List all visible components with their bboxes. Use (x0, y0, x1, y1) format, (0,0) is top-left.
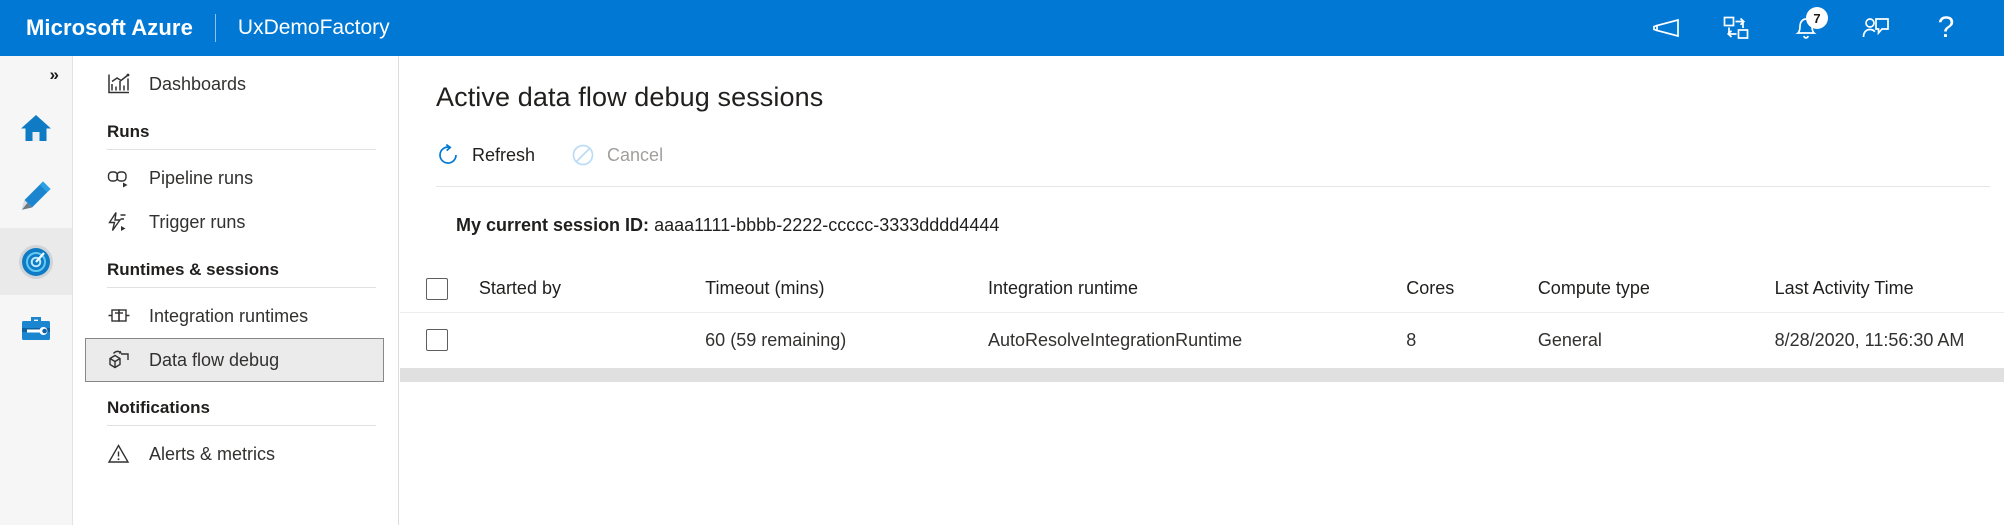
nav-item-dashboards[interactable]: Dashboards (85, 62, 384, 106)
data-flow-debug-icon (107, 348, 133, 372)
alert-warning-icon (107, 442, 133, 466)
nav-group-notifications: Notifications (85, 398, 384, 425)
nav-group-rule-runs (107, 149, 376, 150)
monitor-nav-panel: Dashboards Runs Pipeline runs (73, 56, 399, 525)
directory-switch-icon[interactable] (1714, 6, 1758, 50)
column-header-integration-runtime[interactable]: Integration runtime (988, 266, 1406, 312)
nav-label-data-flow-debug: Data flow debug (149, 350, 279, 371)
home-icon (19, 112, 53, 144)
nav-label-trigger-runs: Trigger runs (149, 212, 245, 233)
header-divider (215, 14, 216, 42)
chart-bars-icon (107, 72, 133, 96)
pencil-icon (19, 179, 53, 211)
column-header-last-activity-time[interactable]: Last Activity Time (1775, 266, 2004, 312)
notifications-bell-icon[interactable]: 7 (1784, 6, 1828, 50)
expand-rail-button[interactable]: » (0, 56, 72, 94)
support-feedback-icon[interactable] (1854, 6, 1898, 50)
command-toolbar: Refresh Cancel (400, 113, 2004, 173)
azure-brand-logo[interactable]: Microsoft Azure (26, 15, 193, 41)
table-body: 60 (59 remaining) AutoResolveIntegration… (400, 312, 2004, 368)
nav-label-alerts-metrics: Alerts & metrics (149, 444, 275, 465)
nav-label-integration-runtimes: Integration runtimes (149, 306, 308, 327)
column-header-compute-type[interactable]: Compute type (1538, 266, 1775, 312)
current-session-id-value: aaaa1111-bbbb-2222-ccccc-3333dddd4444 (654, 215, 999, 235)
refresh-label: Refresh (472, 145, 535, 166)
nav-group-runs: Runs (85, 122, 384, 149)
row-select-cell (400, 312, 479, 368)
integration-runtime-icon (107, 304, 133, 328)
azure-portal-screen: Microsoft Azure UxDemoFactory (0, 0, 2004, 525)
current-session-id-label: My current session ID: (456, 215, 649, 235)
cell-last-activity-time: 8/28/2020, 11:56:30 AM (1775, 312, 2004, 368)
rail-item-home[interactable] (0, 94, 72, 161)
page-title: Active data flow debug sessions (400, 56, 2004, 113)
cell-cores: 8 (1406, 312, 1538, 368)
rail-item-monitor[interactable] (0, 228, 72, 295)
select-all-header-cell (400, 266, 479, 312)
table-header-row: Started by Timeout (mins) Integration ru… (400, 266, 2004, 312)
debug-sessions-table: Started by Timeout (mins) Integration ru… (400, 266, 2004, 369)
nav-group-rule-notifications (107, 425, 376, 426)
refresh-button[interactable]: Refresh (418, 137, 553, 173)
toolbox-icon (19, 313, 53, 345)
nav-item-integration-runtimes[interactable]: Integration runtimes (85, 294, 384, 338)
rail-item-manage[interactable] (0, 295, 72, 362)
nav-group-rule-runtimes (107, 287, 376, 288)
rail-item-author[interactable] (0, 161, 72, 228)
current-session-id-line: My current session ID: aaaa1111-bbbb-222… (400, 187, 2004, 236)
header-actions: 7 ? (1644, 0, 2004, 56)
left-icon-rail: » (0, 56, 73, 525)
main-content: Active data flow debug sessions Refresh (400, 56, 2004, 525)
nav-item-trigger-runs[interactable]: Trigger runs (85, 200, 384, 244)
header-brand-area: Microsoft Azure UxDemoFactory (0, 0, 390, 56)
refresh-icon (436, 143, 460, 167)
cancel-icon (571, 143, 595, 167)
pipeline-runs-icon (107, 166, 133, 190)
cell-integration-runtime-link[interactable]: AutoResolveIntegrationRuntime (988, 312, 1406, 368)
trigger-runs-icon (107, 210, 133, 234)
global-header: Microsoft Azure UxDemoFactory (0, 0, 2004, 56)
column-header-started-by[interactable]: Started by (479, 266, 705, 312)
nav-item-alerts-metrics[interactable]: Alerts & metrics (85, 432, 384, 476)
help-icon[interactable]: ? (1924, 6, 1968, 50)
table-header: Started by Timeout (mins) Integration ru… (400, 266, 2004, 312)
nav-item-pipeline-runs[interactable]: Pipeline runs (85, 156, 384, 200)
feedback-megaphone-icon[interactable] (1644, 6, 1688, 50)
cell-timeout: 60 (59 remaining) (705, 312, 988, 368)
cell-started-by (479, 312, 705, 368)
nav-label-dashboards: Dashboards (149, 74, 246, 95)
column-header-cores[interactable]: Cores (1406, 266, 1538, 312)
row-checkbox[interactable] (426, 329, 448, 351)
table-row[interactable]: 60 (59 remaining) AutoResolveIntegration… (400, 312, 2004, 368)
nav-item-data-flow-debug[interactable]: Data flow debug (85, 338, 384, 382)
horizontal-scrollbar[interactable] (400, 368, 2004, 382)
nav-group-runtimes-sessions: Runtimes & sessions (85, 260, 384, 287)
cancel-label: Cancel (607, 145, 663, 166)
sessions-table-wrapper: Started by Timeout (mins) Integration ru… (400, 236, 2004, 369)
nav-label-pipeline-runs: Pipeline runs (149, 168, 253, 189)
chevron-double-right-icon: » (50, 65, 59, 85)
cell-compute-type: General (1538, 312, 1775, 368)
select-all-checkbox[interactable] (426, 278, 448, 300)
column-header-timeout[interactable]: Timeout (mins) (705, 266, 988, 312)
cancel-button[interactable]: Cancel (553, 137, 681, 173)
data-factory-name[interactable]: UxDemoFactory (238, 16, 390, 40)
notification-count-badge: 7 (1806, 7, 1828, 29)
monitor-radar-icon (17, 243, 55, 281)
help-glyph: ? (1938, 13, 1955, 43)
